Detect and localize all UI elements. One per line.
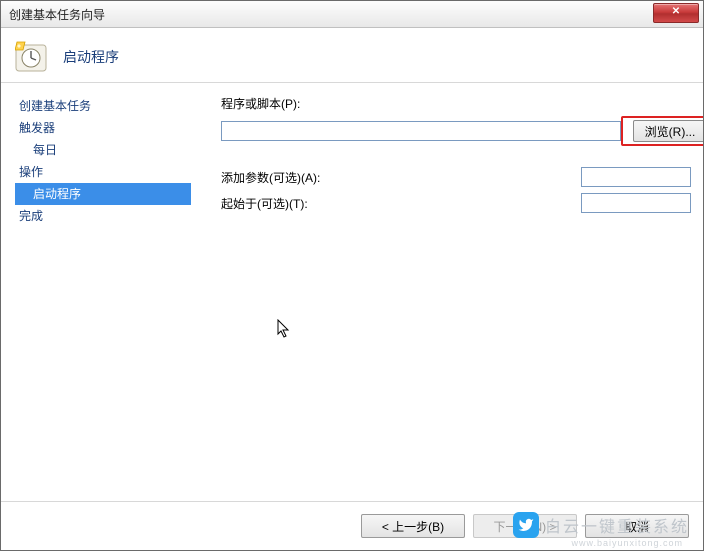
program-label: 程序或脚本(P): <box>221 95 300 112</box>
sidebar-item-3[interactable]: 操作 <box>15 161 191 183</box>
header: 启动程序 <box>1 28 703 82</box>
browse-button[interactable]: 浏览(R)... <box>633 120 704 142</box>
back-button[interactable]: < 上一步(B) <box>361 514 465 538</box>
main-panel: 程序或脚本(P): 浏览(R)... 添加参数(可选)(A): 起始于(可选)(… <box>191 95 704 481</box>
body: 创建基本任务触发器每日操作启动程序完成 程序或脚本(P): 浏览(R)... 添… <box>1 83 703 481</box>
browse-highlight: 浏览(R)... <box>621 116 704 146</box>
sidebar-item-label: 完成 <box>19 209 43 223</box>
sidebar-item-label: 触发器 <box>19 121 55 135</box>
cancel-button[interactable]: 取消 <box>585 514 689 538</box>
next-button[interactable]: 下一步(N) > <box>473 514 577 538</box>
sidebar-item-label: 操作 <box>19 165 43 179</box>
sidebar-item-0[interactable]: 创建基本任务 <box>15 95 191 117</box>
startin-input[interactable] <box>581 193 691 213</box>
titlebar: 创建基本任务向导 ✕ <box>1 1 703 28</box>
program-input[interactable] <box>221 121 621 141</box>
window-title: 创建基本任务向导 <box>9 6 105 23</box>
sidebar-item-2[interactable]: 每日 <box>15 139 191 161</box>
close-button[interactable]: ✕ <box>653 3 699 23</box>
sidebar-item-label: 创建基本任务 <box>19 99 91 113</box>
wizard-window: 创建基本任务向导 ✕ 启动程序 创建基本任务触发器每日操作启动程序完成 程序或脚… <box>0 0 704 551</box>
args-label: 添加参数(可选)(A): <box>221 169 581 186</box>
footer: < 上一步(B) 下一步(N) > 取消 <box>1 502 703 550</box>
args-input[interactable] <box>581 167 691 187</box>
sidebar-item-1[interactable]: 触发器 <box>15 117 191 139</box>
sidebar: 创建基本任务触发器每日操作启动程序完成 <box>15 95 191 481</box>
page-title: 启动程序 <box>63 47 119 67</box>
sidebar-item-4[interactable]: 启动程序 <box>15 183 191 205</box>
sidebar-item-5[interactable]: 完成 <box>15 205 191 227</box>
startin-label: 起始于(可选)(T): <box>221 195 581 212</box>
sidebar-item-label: 每日 <box>33 143 57 157</box>
clock-task-icon <box>15 40 49 74</box>
close-icon: ✕ <box>672 6 680 17</box>
sidebar-item-label: 启动程序 <box>33 187 81 201</box>
